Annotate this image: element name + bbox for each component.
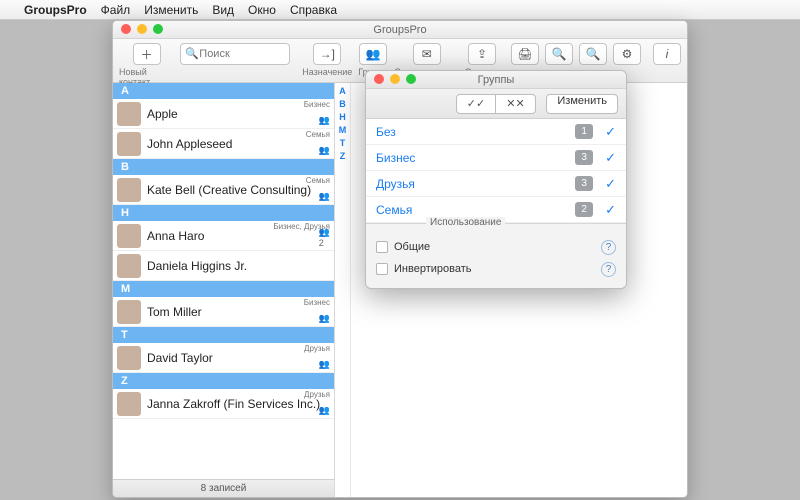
avatar xyxy=(117,300,141,324)
panel-titlebar[interactable]: Группы xyxy=(366,71,626,89)
menu-help[interactable]: Справка xyxy=(290,3,337,17)
minimize-icon[interactable] xyxy=(390,74,400,84)
count-badge: 3 xyxy=(575,150,593,165)
avatar xyxy=(117,254,141,278)
contact-row[interactable]: Janna Zakroff (Fin Services Inc.)Друзья👥 xyxy=(113,389,334,419)
contact-row[interactable]: AppleБизнес👥 xyxy=(113,99,334,129)
checkbox[interactable] xyxy=(376,263,388,275)
close-icon[interactable] xyxy=(374,74,384,84)
zoom-icon[interactable] xyxy=(153,24,163,34)
count-badge: 2 xyxy=(575,202,593,217)
menu-file[interactable]: Файл xyxy=(101,3,131,17)
zoom-out-icon: 🔍 xyxy=(545,43,573,65)
group-row[interactable]: Друзья3✓ xyxy=(366,171,626,197)
section-header: A xyxy=(113,83,334,99)
group-list: Без1✓ Бизнес3✓ Друзья3✓ Семья2✓ xyxy=(366,119,626,223)
gear-icon: ⚙ xyxy=(613,43,641,65)
group-icon: 👥 xyxy=(319,115,330,126)
usage-box: Использование Общие? Инвертировать? xyxy=(366,223,626,288)
system-menubar: GroupsPro Файл Изменить Вид Окно Справка xyxy=(0,0,800,20)
help-icon[interactable]: ? xyxy=(601,262,616,277)
group-icon: 👥 xyxy=(319,313,330,324)
count-badge: 3 xyxy=(575,176,593,191)
check-icon: ✓ xyxy=(605,124,616,140)
section-header: Z xyxy=(113,373,334,389)
group-icon: 👥 xyxy=(319,359,330,370)
contact-row[interactable]: John AppleseedСемья👥 xyxy=(113,129,334,159)
count-badge: 1 xyxy=(575,124,593,139)
window-controls xyxy=(121,24,163,34)
invert-checkbox-row[interactable]: Инвертировать? xyxy=(376,258,616,280)
menu-window[interactable]: Окно xyxy=(248,3,276,17)
alpha-index: A B H M T Z xyxy=(335,83,351,497)
contact-row[interactable]: Anna HaroБизнес, Друзья👥2 xyxy=(113,221,334,251)
search-icon: 🔍 xyxy=(185,47,199,60)
index-letter[interactable]: T xyxy=(340,138,346,148)
contact-row[interactable]: David TaylorДрузья👥 xyxy=(113,343,334,373)
window-title: GroupsPro xyxy=(373,24,426,36)
close-icon[interactable] xyxy=(121,24,131,34)
zoom-icon[interactable] xyxy=(406,74,416,84)
contact-list-pane: A AppleБизнес👥 John AppleseedСемья👥 B Ka… xyxy=(113,83,335,497)
assign-button[interactable]: →] Назначение xyxy=(302,43,352,77)
index-letter[interactable]: A xyxy=(339,86,346,96)
panel-window-controls xyxy=(374,74,416,84)
mail-icon: ✉ xyxy=(413,43,441,65)
index-letter[interactable]: M xyxy=(339,125,347,135)
plus-icon: ＋ xyxy=(133,43,161,65)
usage-legend: Использование xyxy=(426,217,505,228)
check-icon: ✓ xyxy=(605,202,616,218)
edit-button[interactable]: Изменить xyxy=(546,94,618,114)
check-icon: ✓ xyxy=(605,176,616,192)
panel-toolbar: ✓✓ ✕✕ Изменить xyxy=(366,89,626,119)
groups-icon: 👥 xyxy=(359,43,387,65)
section-header: B xyxy=(113,159,334,175)
print-icon: 🖨 xyxy=(511,43,539,65)
panel-title: Группы xyxy=(478,74,515,86)
check-icon: ✓ xyxy=(605,150,616,166)
status-bar: 8 записей xyxy=(113,479,334,497)
group-icon: 👥2 xyxy=(319,227,330,248)
search-field[interactable]: 🔍 xyxy=(180,43,290,77)
index-letter[interactable]: H xyxy=(339,112,346,122)
export-icon: ⇪ xyxy=(468,43,496,65)
index-letter[interactable]: B xyxy=(339,99,346,109)
minimize-icon[interactable] xyxy=(137,24,147,34)
titlebar[interactable]: GroupsPro xyxy=(113,21,687,39)
menu-edit[interactable]: Изменить xyxy=(144,3,198,17)
group-row[interactable]: Бизнес3✓ xyxy=(366,145,626,171)
group-icon: 👥 xyxy=(319,405,330,416)
common-checkbox-row[interactable]: Общие? xyxy=(376,236,616,258)
avatar xyxy=(117,178,141,202)
section-header: T xyxy=(113,327,334,343)
avatar xyxy=(117,132,141,156)
group-row[interactable]: Без1✓ xyxy=(366,119,626,145)
app-menu[interactable]: GroupsPro xyxy=(24,3,87,17)
select-all-button[interactable]: ✓✓ xyxy=(456,94,496,114)
menu-view[interactable]: Вид xyxy=(212,3,234,17)
assign-icon: →] xyxy=(313,43,341,65)
contact-list[interactable]: A AppleБизнес👥 John AppleseedСемья👥 B Ka… xyxy=(113,83,334,479)
group-icon: 👥 xyxy=(319,191,330,202)
info-icon: i xyxy=(653,43,681,65)
contact-row[interactable]: Tom MillerБизнес👥 xyxy=(113,297,334,327)
avatar xyxy=(117,102,141,126)
avatar xyxy=(117,346,141,370)
select-none-button[interactable]: ✕✕ xyxy=(496,94,536,114)
avatar xyxy=(117,224,141,248)
avatar xyxy=(117,392,141,416)
section-header: H xyxy=(113,205,334,221)
section-header: M xyxy=(113,281,334,297)
group-icon: 👥 xyxy=(319,145,330,156)
new-contact-button[interactable]: ＋ Новый контакт xyxy=(119,43,174,87)
contact-row[interactable]: Kate Bell (Creative Consulting)Семья👥 xyxy=(113,175,334,205)
index-letter[interactable]: Z xyxy=(340,151,346,161)
info-button[interactable]: i xyxy=(653,43,681,77)
zoom-in-icon: 🔍 xyxy=(579,43,607,65)
help-icon[interactable]: ? xyxy=(601,240,616,255)
contact-row[interactable]: Daniela Higgins Jr. xyxy=(113,251,334,281)
select-segmented: ✓✓ ✕✕ xyxy=(456,94,536,114)
groups-panel: Группы ✓✓ ✕✕ Изменить Без1✓ Бизнес3✓ Дру… xyxy=(365,70,627,289)
checkbox[interactable] xyxy=(376,241,388,253)
